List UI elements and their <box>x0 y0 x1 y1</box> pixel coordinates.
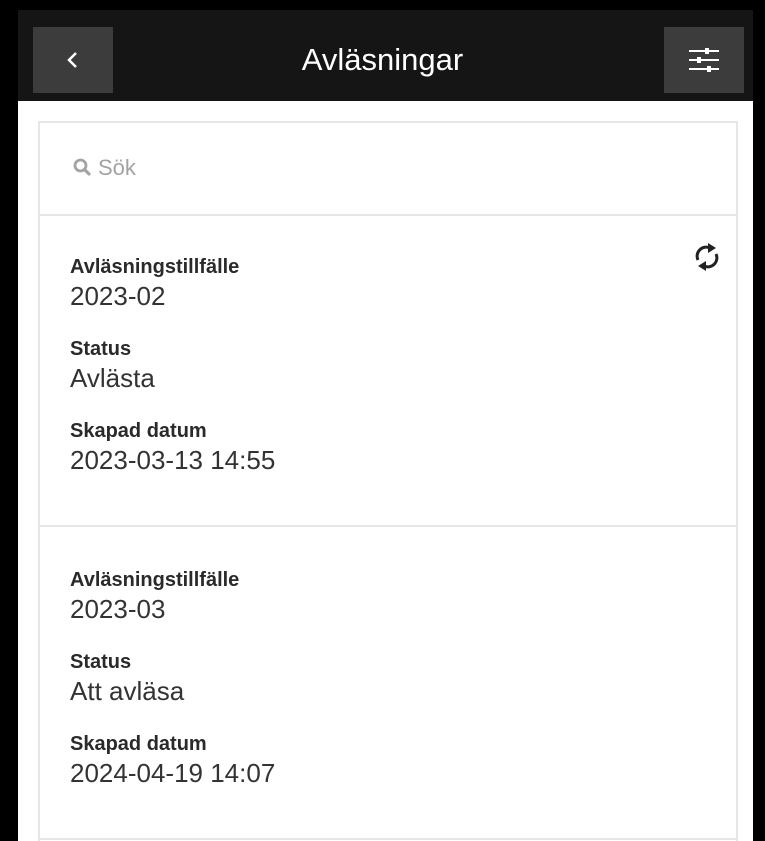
chevron-left-icon <box>67 52 77 68</box>
created-value: 2023-03-13 14:55 <box>70 445 276 475</box>
list-item[interactable]: Avläsningstillfälle 2023-02 Status Avläs… <box>40 214 736 527</box>
page-title: Avläsningar <box>301 42 464 77</box>
status-label: Status <box>70 651 132 673</box>
created-value: 2024-04-19 14:07 <box>70 758 276 788</box>
list-item[interactable]: Avläsningstillfälle 2023-03 Status Att a… <box>40 527 736 840</box>
status-field: Status Att avläsa <box>70 651 184 707</box>
search-bar <box>40 123 736 216</box>
content-area: Avläsningstillfälle 2023-02 Status Avläs… <box>18 101 753 841</box>
back-button[interactable] <box>33 27 113 93</box>
search-input[interactable] <box>98 149 698 187</box>
created-field: Skapad datum 2023-03-13 14:55 <box>70 420 275 476</box>
sliders-icon <box>689 48 719 72</box>
status-field: Status Avlästa <box>70 338 155 394</box>
header: Avläsningar <box>0 0 765 101</box>
readings-list: Avläsningstillfälle 2023-02 Status Avläs… <box>38 121 738 841</box>
occasion-field: Avläsningstillfälle 2023-02 <box>70 256 239 312</box>
occasion-label: Avläsningstillfälle <box>70 569 240 591</box>
sync-icon[interactable] <box>690 240 724 274</box>
status-label: Status <box>70 338 132 360</box>
status-value: Avlästa <box>70 363 155 393</box>
created-label: Skapad datum <box>70 420 207 442</box>
occasion-label: Avläsningstillfälle <box>70 256 240 278</box>
created-label: Skapad datum <box>70 733 207 755</box>
created-field: Skapad datum 2024-04-19 14:07 <box>70 733 275 789</box>
occasion-field: Avläsningstillfälle 2023-03 <box>70 569 239 625</box>
status-value: Att avläsa <box>70 676 185 706</box>
occasion-value: 2023-03 <box>70 594 166 624</box>
filter-button[interactable] <box>664 27 744 93</box>
search-icon <box>73 158 91 176</box>
occasion-value: 2023-02 <box>70 281 166 311</box>
app-screen: Avläsningar Avläsn <box>0 0 765 841</box>
